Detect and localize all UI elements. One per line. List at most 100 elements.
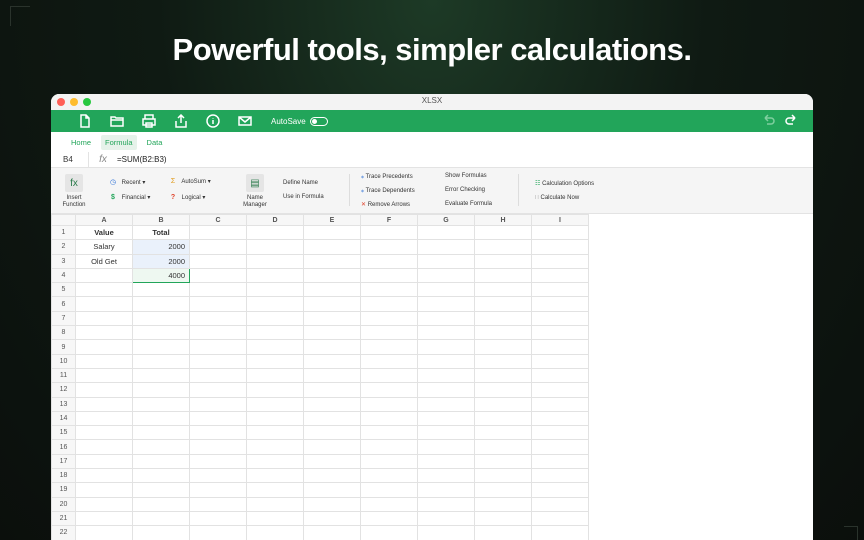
cell-f11[interactable] [360, 367, 418, 384]
cell-h6[interactable] [474, 296, 532, 312]
cell-i18[interactable] [531, 468, 589, 484]
cell-c2[interactable] [189, 239, 247, 255]
row-header-5[interactable]: 5 [51, 282, 76, 298]
cell-g18[interactable] [417, 468, 475, 484]
cell-a19[interactable] [75, 482, 133, 498]
cell-e18[interactable] [303, 468, 361, 484]
cell-e21[interactable] [303, 510, 361, 527]
cell-e10[interactable] [303, 353, 361, 369]
cell-e3[interactable] [303, 253, 361, 269]
cell-a21[interactable] [75, 510, 133, 527]
column-header-e[interactable]: E [303, 214, 361, 226]
cell-g11[interactable] [417, 367, 475, 384]
cell-reference-box[interactable]: B4 [51, 151, 89, 168]
cell-h8[interactable] [474, 325, 532, 341]
cell-f8[interactable] [360, 325, 418, 341]
cell-c12[interactable] [189, 382, 247, 398]
cell-d11[interactable] [246, 367, 304, 384]
cell-e20[interactable] [303, 496, 361, 512]
cell-i22[interactable] [531, 525, 589, 540]
cell-h9[interactable] [474, 339, 532, 355]
cell-e6[interactable] [303, 296, 361, 312]
row-header-1[interactable]: 1 [51, 224, 76, 241]
cell-g5[interactable] [417, 282, 475, 298]
cell-f6[interactable] [360, 296, 418, 312]
cell-d4[interactable] [246, 267, 304, 284]
cell-b8[interactable] [132, 325, 190, 341]
cell-a3[interactable]: Old Get [75, 253, 133, 269]
cell-a9[interactable] [75, 339, 133, 355]
cell-i21[interactable] [531, 510, 589, 527]
cell-c17[interactable] [189, 453, 247, 470]
row-header-2[interactable]: 2 [51, 239, 76, 255]
cell-f22[interactable] [360, 525, 418, 540]
cell-i3[interactable] [531, 253, 589, 269]
cell-b4[interactable]: 4000 [132, 267, 190, 284]
cell-g4[interactable] [417, 267, 475, 284]
cell-a16[interactable] [75, 439, 133, 455]
cell-i8[interactable] [531, 325, 589, 341]
cell-h14[interactable] [474, 410, 532, 427]
cell-h20[interactable] [474, 496, 532, 512]
cell-c11[interactable] [189, 367, 247, 384]
cell-f21[interactable] [360, 510, 418, 527]
cell-d21[interactable] [246, 510, 304, 527]
cell-e9[interactable] [303, 339, 361, 355]
cell-h16[interactable] [474, 439, 532, 455]
cell-e22[interactable] [303, 525, 361, 540]
cell-g6[interactable] [417, 296, 475, 312]
cell-g2[interactable] [417, 239, 475, 255]
cell-g22[interactable] [417, 525, 475, 540]
column-header-b[interactable]: B [132, 214, 190, 226]
error-checking-button[interactable]: Error Checking [445, 187, 485, 193]
column-header-g[interactable]: G [417, 214, 475, 226]
cell-c8[interactable] [189, 325, 247, 341]
cell-a22[interactable] [75, 525, 133, 540]
cell-h21[interactable] [474, 510, 532, 527]
select-all-corner[interactable] [51, 214, 76, 226]
cell-b6[interactable] [132, 296, 190, 312]
cell-i7[interactable] [531, 310, 589, 327]
cell-e1[interactable] [303, 224, 361, 241]
cell-b12[interactable] [132, 382, 190, 398]
cell-i17[interactable] [531, 453, 589, 470]
cell-h13[interactable] [474, 396, 532, 412]
cell-h22[interactable] [474, 525, 532, 540]
new-file-icon[interactable] [69, 110, 101, 132]
cell-b1[interactable]: Total [132, 224, 190, 241]
cell-e4[interactable] [303, 267, 361, 284]
cell-a2[interactable]: Salary [75, 239, 133, 255]
insert-function-icon[interactable]: fx [65, 174, 83, 192]
cell-f17[interactable] [360, 453, 418, 470]
cell-f13[interactable] [360, 396, 418, 412]
cell-f3[interactable] [360, 253, 418, 269]
cell-g16[interactable] [417, 439, 475, 455]
cell-h2[interactable] [474, 239, 532, 255]
row-header-17[interactable]: 17 [51, 453, 76, 470]
cell-d3[interactable] [246, 253, 304, 269]
cell-d13[interactable] [246, 396, 304, 412]
cell-g20[interactable] [417, 496, 475, 512]
cell-f19[interactable] [360, 482, 418, 498]
print-icon[interactable] [133, 110, 165, 132]
recent-menu[interactable]: ◷ Recent ▾ [109, 178, 145, 186]
row-header-8[interactable]: 8 [51, 325, 76, 341]
row-header-16[interactable]: 16 [51, 439, 76, 455]
cell-a6[interactable] [75, 296, 133, 312]
cell-h1[interactable] [474, 224, 532, 241]
cell-d20[interactable] [246, 496, 304, 512]
cell-g19[interactable] [417, 482, 475, 498]
define-name-button[interactable]: Define Name [283, 180, 318, 186]
cell-i19[interactable] [531, 482, 589, 498]
cell-c3[interactable] [189, 253, 247, 269]
cell-a4[interactable] [75, 267, 133, 284]
cell-a11[interactable] [75, 367, 133, 384]
cell-h15[interactable] [474, 425, 532, 441]
cell-e13[interactable] [303, 396, 361, 412]
row-header-11[interactable]: 11 [51, 367, 76, 384]
cell-d22[interactable] [246, 525, 304, 540]
cell-a5[interactable] [75, 282, 133, 298]
cell-a17[interactable] [75, 453, 133, 470]
row-header-7[interactable]: 7 [51, 310, 76, 327]
row-header-4[interactable]: 4 [51, 267, 76, 284]
